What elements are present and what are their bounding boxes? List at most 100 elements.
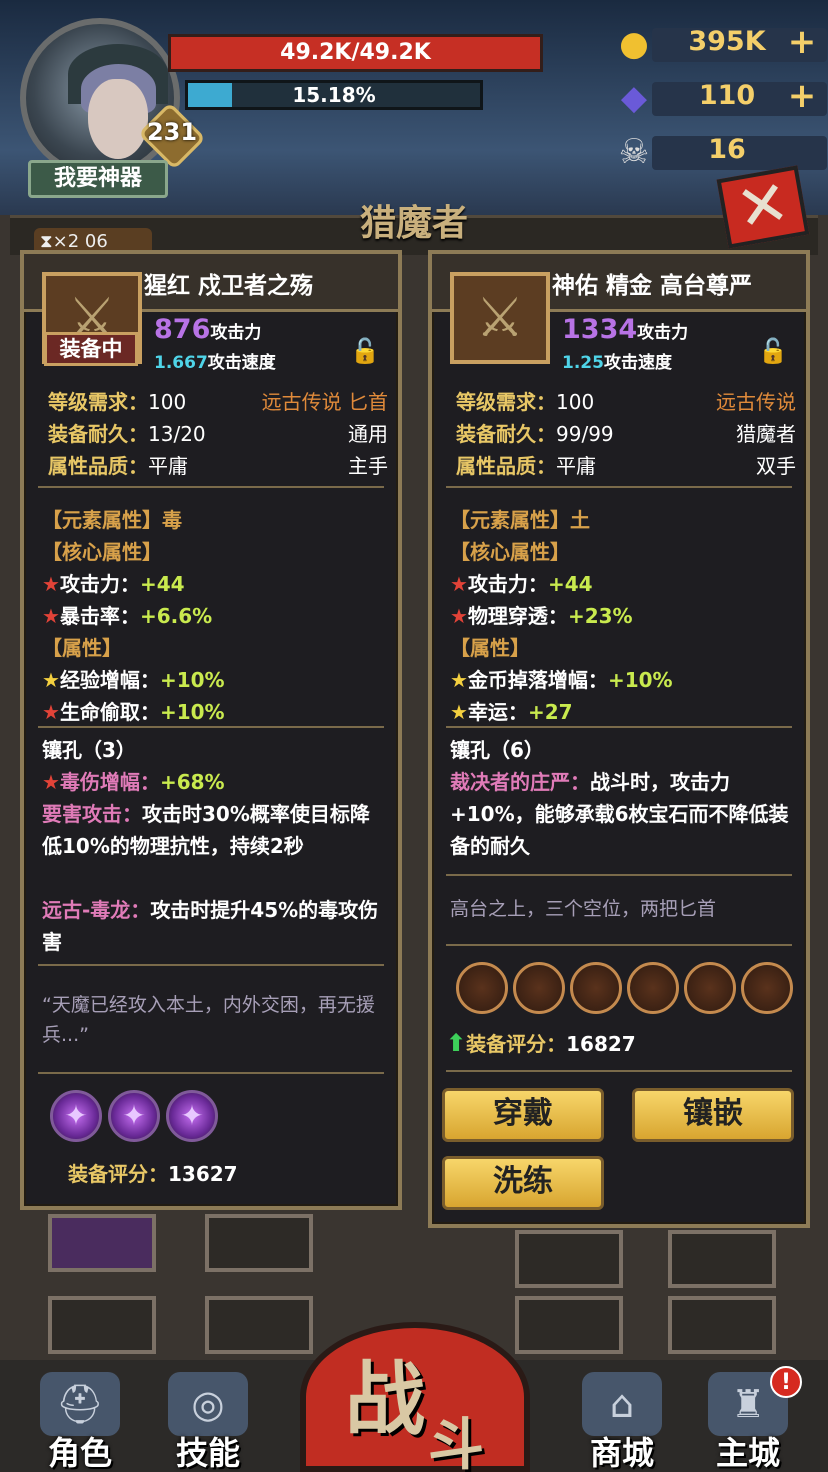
left-skill-1: 要害攻击：攻击时30%概率使目标降低10%的物理抗性，持续2秒	[42, 798, 382, 862]
player-avatar[interactable]	[20, 18, 180, 178]
ram-skull-icon: ☠	[618, 132, 650, 172]
add-gold-button[interactable]: +	[782, 22, 822, 62]
stat-name: 攻击力：	[59, 572, 140, 596]
star-icon: ★	[42, 700, 60, 724]
empty-socket-icon[interactable]	[570, 962, 622, 1014]
row-value: 99/99	[556, 422, 614, 446]
left-socket-stat: ★毒伤增幅：+68%	[42, 766, 225, 795]
gem-row: ◆ 110 +	[612, 76, 827, 118]
inventory-slot[interactable]	[205, 1296, 313, 1354]
right-attr-stat-1: ★金币掉落增幅：+10%	[450, 664, 673, 693]
right-attr-head: 【属性】	[450, 636, 530, 660]
inventory-slot[interactable]	[668, 1230, 776, 1288]
left-speed: 1.667攻击速度	[154, 348, 276, 373]
left-score: 装备评分：13627	[68, 1158, 238, 1187]
right-core-head: 【核心属性】	[450, 540, 570, 564]
inventory-slot[interactable]	[205, 1214, 313, 1272]
inventory-slot[interactable]	[48, 1214, 156, 1272]
nav-label: 角色	[47, 1434, 112, 1472]
lock-icon[interactable]: 🔓	[758, 336, 788, 366]
nav-label: 技能	[175, 1434, 240, 1472]
divider	[446, 486, 792, 488]
divider	[446, 874, 792, 876]
right-score: ⬆装备评分：16827	[446, 1028, 636, 1057]
star-icon: ★	[42, 668, 60, 692]
left-row-quality: 属性品质：平庸	[48, 450, 188, 479]
gold-coin-icon: ●	[619, 24, 649, 64]
right-row-quality-right: 双手	[756, 454, 796, 478]
lock-icon[interactable]: 🔓	[350, 336, 380, 366]
left-attr-stat-1: ★经验增幅：+10%	[42, 664, 225, 693]
stat-name: 物理穿透：	[467, 604, 568, 628]
divider	[38, 726, 384, 728]
crossed-swords-icon: ⚔	[475, 286, 525, 349]
purple-gem-icon[interactable]: ✦	[108, 1090, 160, 1142]
star-icon: ★	[42, 604, 60, 628]
left-speed-value: 1.667	[154, 353, 208, 373]
right-flavor-text: 高台之上，三个空位，两把匕首	[450, 898, 717, 920]
left-sockets-label: 镶孔（3）	[42, 738, 136, 762]
stat-name: 金币掉落增幅：	[467, 668, 608, 692]
left-speed-label: 攻击速度	[207, 353, 276, 373]
stat-name: 生命偷取：	[59, 700, 160, 724]
stat-value: +68%	[159, 770, 225, 794]
left-row-level-right: 远古传说 匕首	[261, 390, 388, 414]
left-attr-head: 【属性】	[42, 636, 122, 660]
star-icon: ★	[450, 668, 468, 692]
stat-value: +10%	[607, 668, 673, 692]
empty-socket-icon[interactable]	[627, 962, 679, 1014]
right-row-level: 等级需求：100	[456, 386, 594, 415]
inventory-slot[interactable]	[48, 1296, 156, 1354]
inventory-slot[interactable]	[668, 1296, 776, 1354]
stat-value: +10%	[159, 668, 225, 692]
skill-name: 远古-毒龙：	[42, 898, 151, 922]
nav-character[interactable]: ⛑ 角色	[20, 1370, 140, 1472]
purple-gem-icon[interactable]: ✦	[50, 1090, 102, 1142]
left-row-durability-right: 通用	[348, 422, 388, 446]
purple-gem-icon[interactable]: ✦	[166, 1090, 218, 1142]
row-label: 属性品质：	[48, 454, 148, 478]
stat-value: +44	[139, 572, 185, 596]
right-row-durability-right: 猎魔者	[736, 422, 796, 446]
alert-badge: !	[770, 1366, 802, 1398]
add-gem-button[interactable]: +	[782, 76, 822, 116]
player-level: 231	[146, 118, 198, 146]
divider	[38, 964, 384, 966]
empty-socket-icon[interactable]	[684, 962, 736, 1014]
row-label: 装备耐久：	[456, 422, 556, 446]
stat-name: 经验增幅：	[59, 668, 160, 692]
avatar-face	[88, 79, 148, 159]
swirl-icon: ◎	[168, 1372, 248, 1436]
empty-socket-icon[interactable]	[513, 962, 565, 1014]
empty-socket-icon[interactable]	[456, 962, 508, 1014]
inlay-button[interactable]: 镶嵌	[632, 1088, 794, 1142]
left-attack-value: 876	[154, 314, 211, 345]
inventory-slot[interactable]	[515, 1230, 623, 1288]
right-speed-value: 1.25	[562, 353, 604, 373]
wear-button[interactable]: 穿戴	[442, 1088, 604, 1142]
star-icon: ★	[42, 770, 60, 794]
star-icon: ★	[450, 604, 468, 628]
refine-button[interactable]: 洗练	[442, 1156, 604, 1210]
empty-socket-icon[interactable]	[741, 962, 793, 1014]
left-row-level: 等级需求：100	[48, 386, 186, 415]
left-flavor-text: “天魔已经攻入本土，内外交困，再无援兵...”	[42, 994, 375, 1046]
nav-skills[interactable]: ◎ 技能	[148, 1370, 268, 1472]
page-title: 猎魔者	[359, 203, 468, 244]
xp-text: 15.18%	[292, 83, 376, 107]
row-value: 100	[556, 390, 595, 414]
inventory-slot[interactable]	[515, 1296, 623, 1354]
want-artifact-button[interactable]: 我要神器	[28, 160, 168, 198]
right-attack: 1334攻击力	[562, 314, 688, 345]
row-label: 装备耐久：	[48, 422, 148, 446]
nav-shop[interactable]: ⌂ 商城	[562, 1370, 682, 1472]
divider	[446, 1070, 792, 1072]
arrow-up-icon: ⬆	[446, 1029, 467, 1057]
left-core-stat-1: ★攻击力：+44	[42, 568, 185, 597]
right-item-frame[interactable]: ⚔	[450, 272, 550, 364]
right-speed-label: 攻击速度	[603, 353, 672, 373]
score-label: 装备评分：	[466, 1032, 567, 1056]
left-skill-2: 远古-毒龙：攻击时提升45%的毒攻伤害	[42, 894, 382, 958]
left-element: 【元素属性】毒	[42, 508, 182, 532]
close-button[interactable]: ✕	[716, 165, 810, 249]
